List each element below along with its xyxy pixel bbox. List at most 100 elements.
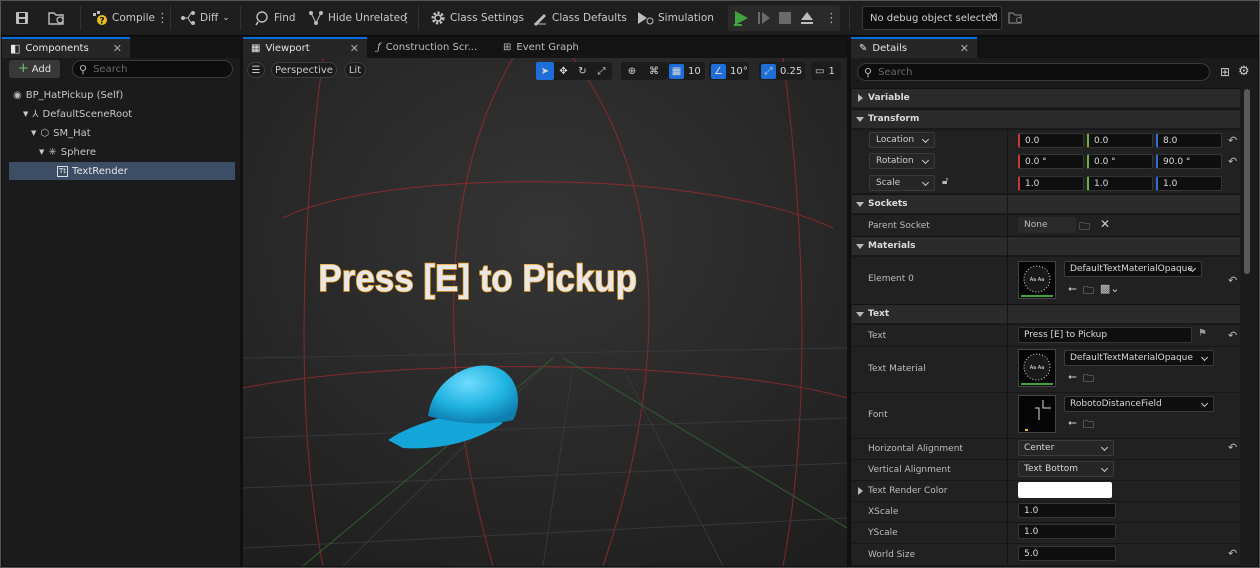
close-icon[interactable]: ✕ [960,42,969,55]
category-text[interactable]: Text [852,304,1240,323]
use-selected-icon[interactable]: ⭠ [1068,282,1077,301]
rotation-z-field[interactable]: 90.0 ° [1156,154,1222,169]
details-settings-button[interactable]: ⚙ [1238,64,1250,79]
use-selected-icon[interactable]: ⭠ [1068,370,1077,389]
localization-flag-button[interactable]: ⚑ [1198,328,1207,339]
valign-select[interactable]: Text Bottom [1018,461,1114,477]
viewport[interactable]: Press [E] to Pickup ☰ Perspective Lit ➤ … [243,58,847,566]
text-value-field[interactable]: Press [E] to Pickup [1018,327,1192,343]
class-settings-button[interactable]: Class Settings [430,6,524,30]
reset-to-default-icon[interactable]: ↶ [1228,275,1238,286]
reset-to-default-icon[interactable]: ↶ [1228,135,1238,146]
scale-snap-toggle[interactable]: ⤢ 0.25 [759,62,805,80]
font-thumbnail[interactable] [1018,395,1056,433]
rotation-x-field[interactable]: 0.0 ° [1018,154,1084,169]
browse-button[interactable] [48,6,66,30]
perspective-button[interactable]: Perspective [271,62,337,78]
scale-y-field[interactable]: 1.0 [1087,176,1153,191]
save-button[interactable] [14,6,30,30]
select-tool-button[interactable]: ➤ [536,62,554,80]
scale-tool-button[interactable]: ⤢ [592,66,611,77]
tree-item-bp-hatpickup[interactable]: ◉ BP_HatPickup (Self) [9,86,235,104]
browse-icon[interactable]: 🗀︎ [1083,282,1094,301]
clear-socket-button[interactable]: ✕ [1100,217,1110,231]
close-icon[interactable]: ✕ [113,42,122,55]
scale-z-field[interactable]: 1.0 [1156,176,1222,191]
diff-button[interactable]: Diff ⌄ [180,6,230,30]
browse-icon[interactable]: 🗀︎ [1083,416,1094,435]
translate-tool-button[interactable]: ✥ [554,66,573,77]
play-options-button[interactable]: ⋮ [825,6,838,30]
location-mode-select[interactable]: Location [869,132,935,148]
category-transform[interactable]: Transform [852,109,1240,128]
rotation-mode-select[interactable]: Rotation [869,153,935,169]
lock-scale-button[interactable]: 🔓︎ [942,176,948,187]
browse-socket-button[interactable]: 🗀︎ [1079,218,1090,237]
element0-material-select[interactable]: DefaultTextMaterialOpaque [1064,261,1202,277]
browse-debug-object-button[interactable] [1008,6,1024,30]
category-sockets[interactable]: Sockets [852,194,1240,213]
stop-button[interactable] [778,6,792,30]
class-defaults-button[interactable]: Class Defaults [532,6,627,30]
font-select[interactable]: RobotoDistanceField [1064,396,1214,412]
rotation-y-field[interactable]: 0.0 ° [1087,154,1153,169]
world-space-button[interactable]: ⊕ [621,66,643,77]
hide-unrelated-options-button[interactable]: ⋮ [400,6,413,30]
details-column-splitter[interactable] [1007,129,1008,565]
advance-frame-button[interactable] [756,6,772,30]
lit-button[interactable]: Lit [344,62,366,78]
tab-details[interactable]: ✎ Details ✕ [851,37,977,58]
compile-button[interactable]: ? Compile [92,6,155,30]
reset-to-default-icon[interactable]: ↶ [1228,548,1238,559]
surface-snap-button[interactable]: ⌘ [643,66,665,77]
debug-object-select[interactable]: No debug object selected [862,6,1002,30]
text-material-thumbnail[interactable]: Aa Aa [1018,349,1056,387]
world-size-field[interactable]: 5.0 [1018,546,1116,561]
close-icon[interactable]: ✕ [350,42,359,55]
simulation-button[interactable]: Simulation [636,6,714,30]
tab-viewport[interactable]: ▦ Viewport ✕ [243,37,367,58]
tree-item-sm-hat[interactable]: ▼ ⬡ SM_Hat [9,124,235,142]
add-component-button[interactable]: + Add [9,60,60,78]
tree-item-textrender[interactable]: Tt TextRender [9,162,235,180]
location-x-field[interactable]: 0.0 [1018,133,1084,148]
eject-button[interactable] [799,6,815,30]
category-variable[interactable]: Variable [852,88,1240,107]
text-material-select[interactable]: DefaultTextMaterialOpaque [1064,350,1214,366]
tab-event-graph[interactable]: ⊞ Event Graph [495,37,615,58]
tab-components[interactable]: ◧ Components ✕ [2,37,130,58]
browse-icon[interactable]: 🗀︎ [1083,370,1094,389]
grid-snap-toggle[interactable]: ▦ 10 [667,62,705,80]
play-button[interactable] [732,6,750,30]
tree-item-defaultsceneroot[interactable]: ▼ ⅄ DefaultSceneRoot [9,105,235,123]
viewport-menu-button[interactable]: ☰ [247,62,265,78]
material-options-icon[interactable]: ▩⌄ [1100,282,1120,301]
scale-x-field[interactable]: 1.0 [1018,176,1084,191]
halign-select[interactable]: Center [1018,440,1114,456]
compile-options-button[interactable]: ⋮ [156,6,169,30]
find-button[interactable]: Find [254,6,296,30]
location-z-field[interactable]: 8.0 [1156,133,1222,148]
reset-to-default-icon[interactable]: ↶ [1228,442,1238,453]
material-thumbnail[interactable]: Aa Aa [1018,261,1056,299]
reset-to-default-icon[interactable]: ↶ [1228,330,1238,341]
components-search-input[interactable]: ⚲ Search [72,60,233,78]
text-render-color-swatch[interactable] [1018,482,1112,498]
hide-unrelated-button[interactable]: Hide Unrelated [308,6,407,30]
property-matrix-button[interactable]: ⊞ [1220,65,1230,79]
scale-mode-select[interactable]: Scale [869,175,935,191]
use-selected-icon[interactable]: ⭠ [1068,416,1077,435]
parent-socket-field[interactable]: None [1018,217,1076,233]
rotation-snap-toggle[interactable]: ∠ 10° [709,62,749,80]
location-y-field[interactable]: 0.0 [1087,133,1153,148]
rotate-tool-button[interactable]: ↻ [573,66,592,77]
reset-to-default-icon[interactable]: ↶ [1228,156,1238,167]
xscale-field[interactable]: 1.0 [1018,503,1116,518]
tab-construction-script[interactable]: ƒ Construction Scr... [369,37,493,58]
category-materials[interactable]: Materials [852,236,1240,255]
yscale-field[interactable]: 1.0 [1018,524,1116,539]
tree-item-sphere[interactable]: ▼ ✳ Sphere [9,143,235,161]
details-search-input[interactable]: ⚲ Search [857,63,1210,81]
camera-speed-button[interactable]: ▭ 1 [811,62,841,80]
details-scrollbar[interactable] [1244,89,1250,274]
